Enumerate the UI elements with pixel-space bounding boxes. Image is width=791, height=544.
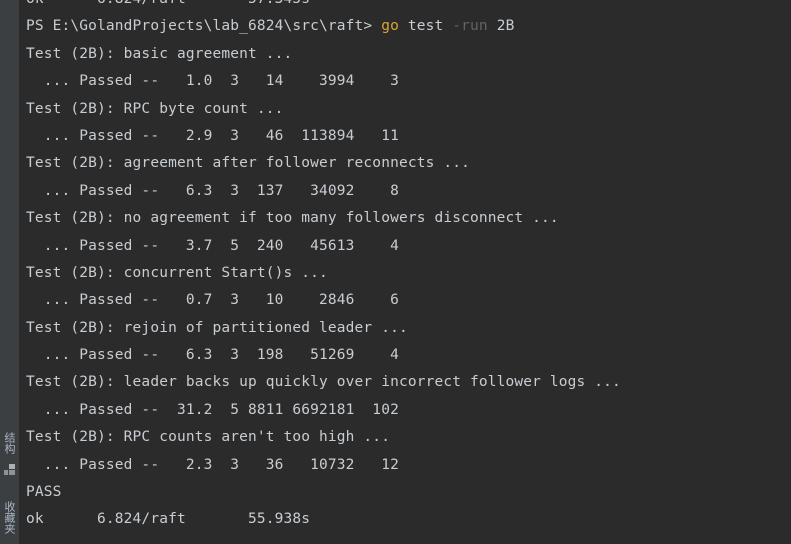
- test-result: ... Passed -- 6.3 3 198 51269 4: [26, 347, 399, 364]
- command-name: go: [381, 18, 399, 35]
- test-result: ... Passed -- 3.7 5 240 45613 4: [26, 237, 399, 254]
- test-header: Test (2B): basic agreement ...: [26, 45, 293, 62]
- terminal-prompt-line: PS E:\GolandProjects\lab_6824\src\raft> …: [26, 13, 791, 40]
- test-header: Test (2B): rejoin of partitioned leader …: [26, 319, 408, 336]
- prompt-space-3: [443, 18, 452, 34]
- tool-stripe: 结构 收藏夹: [0, 0, 19, 544]
- command-flag-run: -run: [452, 18, 488, 35]
- test-header: Test (2B): leader backs up quickly over …: [26, 374, 621, 391]
- test-result: ... Passed -- 31.2 5 8811 6692181 102: [26, 401, 399, 418]
- command-arg-2b: 2B: [496, 18, 515, 35]
- test-summary-ok: ok 6.824/raft 55.938s: [26, 511, 311, 528]
- tool-button-structure[interactable]: 结构: [0, 424, 19, 462]
- test-header: Test (2B): RPC counts aren't too high ..…: [26, 429, 391, 446]
- tool-button-structure-label: 结构: [3, 432, 16, 454]
- test-summary-pass: PASS: [26, 484, 62, 501]
- structure-squares-icon[interactable]: [4, 464, 16, 476]
- left-tool-sidebar: 结构 收藏夹: [0, 0, 20, 544]
- test-result: ... Passed -- 6.3 3 137 34092 8: [26, 182, 399, 199]
- prompt-space-2: [399, 18, 408, 34]
- terminal-window: 结构 收藏夹 ok 6.824/raft 57.345s PS E:\Golan…: [0, 0, 791, 544]
- command-arg-test: test: [407, 18, 444, 35]
- test-result: ... Passed -- 0.7 3 10 2846 6: [26, 292, 399, 309]
- prompt-space-4: [488, 18, 497, 34]
- test-header: Test (2B): no agreement if too many foll…: [26, 210, 559, 227]
- tool-button-favorites[interactable]: 收藏夹: [0, 494, 19, 540]
- test-header: Test (2B): agreement after follower reco…: [26, 155, 470, 172]
- test-header: Test (2B): concurrent Start()s ...: [26, 264, 328, 281]
- test-result: ... Passed -- 2.9 3 46 113894 11: [26, 127, 399, 144]
- test-result: ... Passed -- 2.3 3 36 10732 12: [26, 456, 399, 473]
- terminal-output-pane[interactable]: ok 6.824/raft 57.345s PS E:\GolandProjec…: [20, 0, 791, 544]
- terminal-text-buffer: ok 6.824/raft 57.345s PS E:\GolandProjec…: [20, 0, 791, 534]
- test-header: Test (2B): RPC byte count ...: [26, 100, 284, 117]
- tool-button-favorites-label: 收藏夹: [3, 500, 16, 534]
- prompt-path: PS E:\GolandProjects\lab_6824\src\raft>: [26, 18, 373, 35]
- prompt-space-1: [372, 18, 381, 34]
- test-result: ... Passed -- 1.0 3 14 3994 3: [26, 73, 399, 90]
- terminal-line-scrollback-top: ok 6.824/raft 57.345s: [26, 0, 791, 13]
